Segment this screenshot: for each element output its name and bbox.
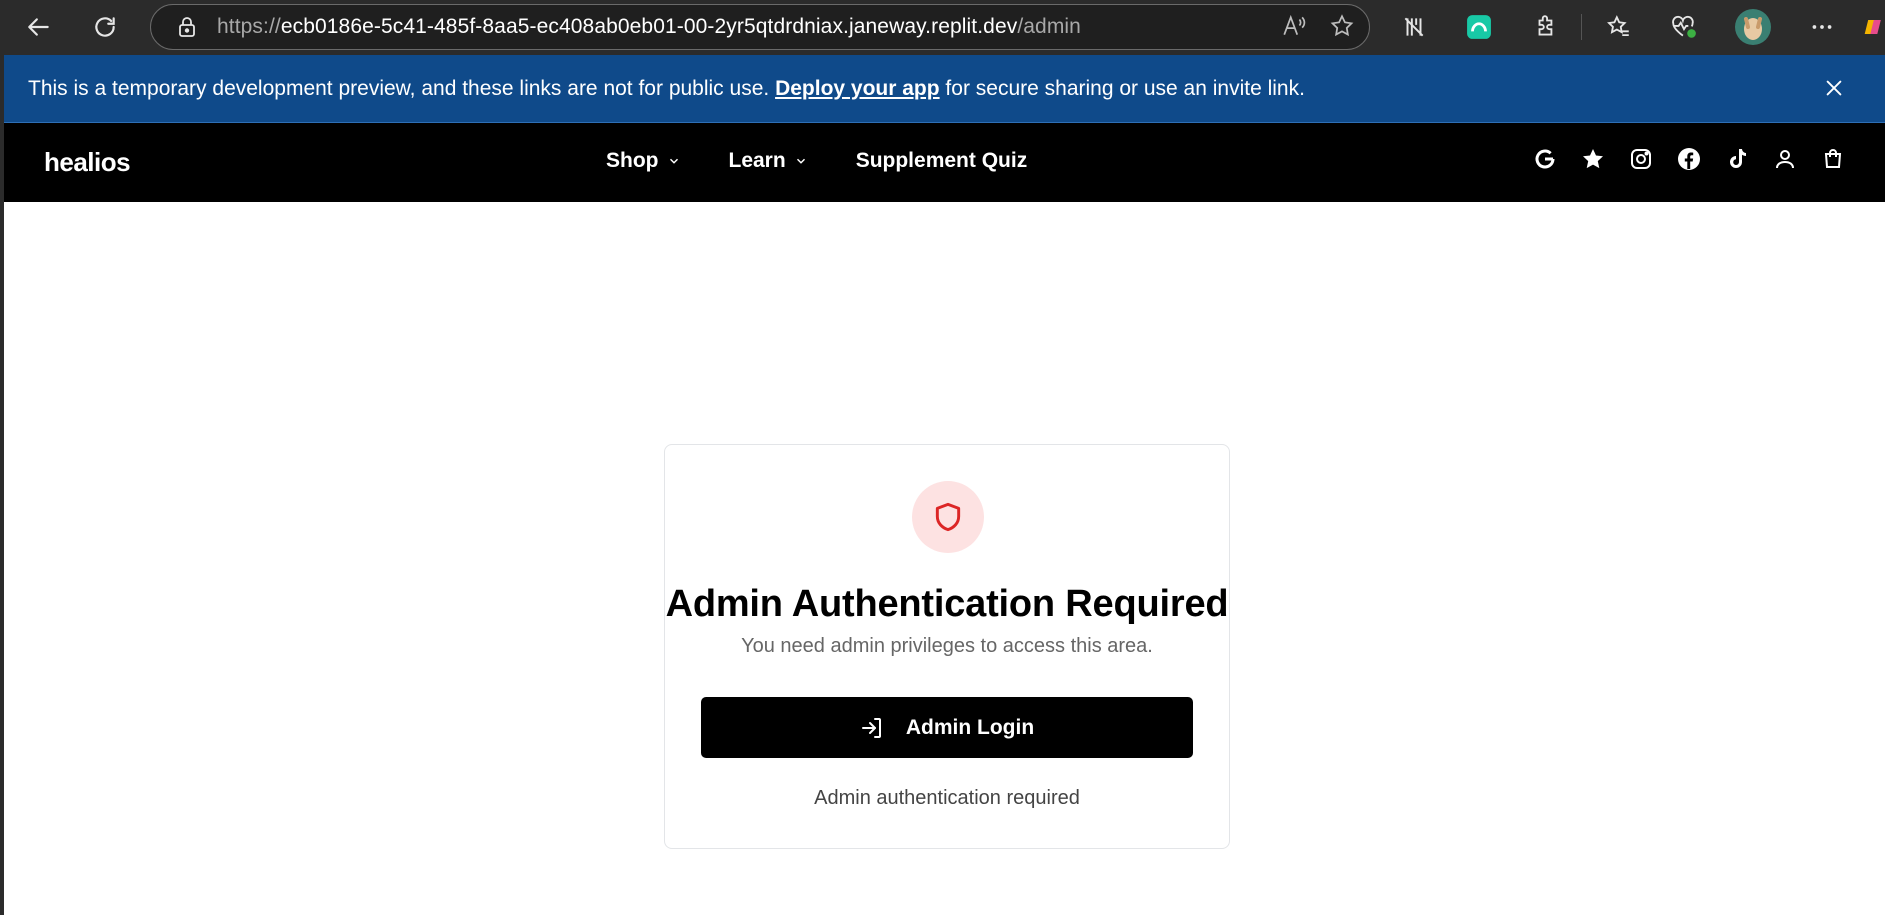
admin-login-button[interactable]: Admin Login	[701, 697, 1193, 758]
reload-icon	[95, 17, 115, 37]
favorite-star-icon[interactable]	[1329, 13, 1355, 39]
replit-extension-icon[interactable]	[1460, 8, 1498, 46]
nav-supplement-quiz[interactable]: Supplement Quiz	[856, 149, 1028, 173]
profile-avatar[interactable]	[1733, 7, 1773, 47]
dev-preview-banner: This is a temporary development preview,…	[4, 55, 1885, 123]
read-aloud-icon[interactable]	[1281, 13, 1307, 39]
tracking-prevention-icon[interactable]	[1395, 8, 1433, 46]
main-nav: Shop Learn Supplement Quiz	[606, 149, 1027, 173]
url-scheme: https://	[217, 15, 281, 38]
back-arrow-icon	[28, 18, 49, 36]
copilot-icon[interactable]	[1864, 8, 1885, 46]
shield-badge	[912, 481, 984, 553]
address-bar[interactable]: https://ecb0186e-5c41-485f-8aa5-ec408ab0…	[150, 4, 1370, 50]
lock-icon[interactable]	[175, 15, 199, 39]
site-logo[interactable]: healios	[44, 147, 131, 178]
browser-toolbar: https://ecb0186e-5c41-485f-8aa5-ec408ab0…	[0, 0, 1885, 55]
chevron-down-icon	[796, 158, 805, 164]
page-viewport: This is a temporary development preview,…	[4, 55, 1885, 915]
user-icon[interactable]	[1773, 147, 1797, 171]
reload-button[interactable]	[86, 8, 124, 46]
admin-login-label: Admin Login	[905, 715, 1035, 739]
login-icon	[861, 717, 881, 738]
nav-learn[interactable]: Learn	[729, 149, 808, 173]
deploy-app-link[interactable]: Deploy your app	[775, 77, 940, 100]
cart-icon[interactable]	[1821, 147, 1845, 171]
facebook-icon[interactable]	[1677, 147, 1701, 171]
favorites-icon[interactable]	[1600, 8, 1638, 46]
extensions-puzzle-icon[interactable]	[1527, 8, 1565, 46]
nav-learn-label: Learn	[728, 149, 786, 172]
close-icon[interactable]	[1823, 77, 1845, 99]
banner-text-before: This is a temporary development preview,…	[28, 76, 776, 100]
auth-status-text: Admin authentication required	[814, 787, 1080, 809]
admin-auth-card: Admin Authentication Required You need a…	[664, 444, 1230, 849]
nav-quiz-label: Supplement Quiz	[855, 149, 1028, 172]
nav-shop[interactable]: Shop	[606, 149, 681, 173]
browser-essentials-icon[interactable]	[1665, 8, 1703, 46]
nav-shop-label: Shop	[606, 149, 659, 172]
url-text[interactable]: https://ecb0186e-5c41-485f-8aa5-ec408ab0…	[217, 15, 1081, 39]
tiktok-icon[interactable]	[1725, 147, 1749, 171]
instagram-icon[interactable]	[1629, 147, 1653, 171]
auth-title: Admin Authentication Required	[665, 583, 1229, 625]
auth-subtitle: You need admin privileges to access this…	[741, 635, 1153, 657]
header-icons	[1533, 147, 1845, 171]
star-icon[interactable]	[1581, 147, 1605, 171]
site-header: healios Shop Learn Supplement Quiz	[4, 123, 1885, 202]
banner-text-after: for secure sharing or use an invite link…	[939, 76, 1305, 100]
shield-icon	[935, 502, 961, 532]
more-options-icon[interactable]	[1803, 8, 1841, 46]
url-host: ecb0186e-5c41-485f-8aa5-ec408ab0eb01-00-…	[280, 15, 1018, 38]
banner-text: This is a temporary development preview,…	[28, 77, 1305, 101]
google-icon[interactable]	[1533, 147, 1557, 171]
chevron-down-icon	[669, 158, 678, 164]
toolbar-divider	[1581, 14, 1582, 40]
back-button[interactable]	[20, 8, 58, 46]
url-path: /admin	[1017, 15, 1081, 38]
